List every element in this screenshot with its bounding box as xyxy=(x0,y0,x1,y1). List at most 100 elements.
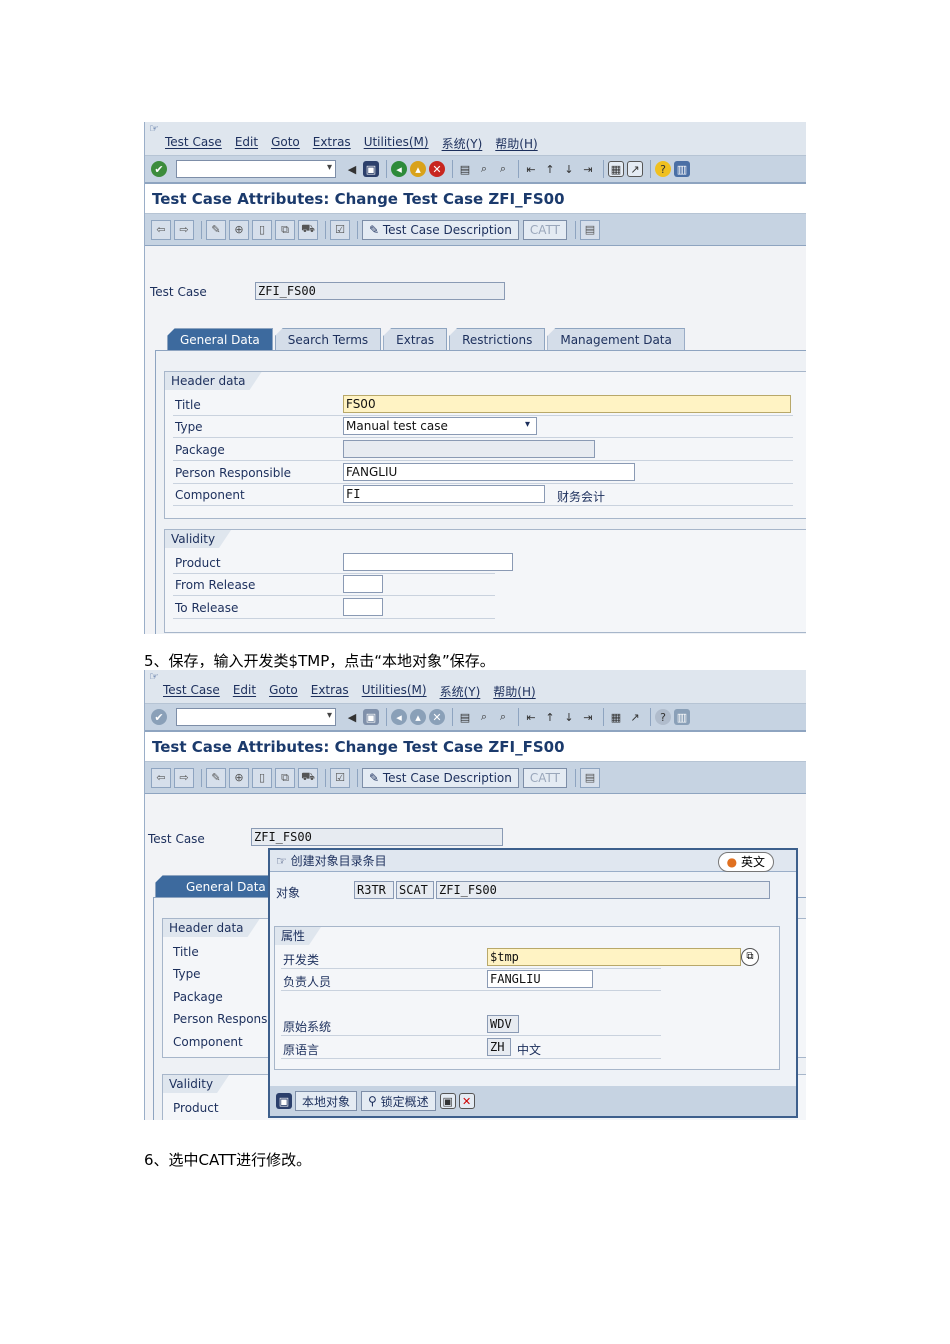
menu-system[interactable]: 系统(Y) xyxy=(442,135,483,152)
test-case-field[interactable]: ZFI_FS00 xyxy=(251,828,503,846)
menu-test-case[interactable]: Test Case xyxy=(163,683,220,700)
menu-edit[interactable]: Edit xyxy=(235,135,258,152)
exit-icon[interactable]: ▴ xyxy=(410,161,426,177)
other-object-icon[interactable]: ⊕ xyxy=(229,219,249,240)
test-case-description-button[interactable]: ✎ Test Case Description xyxy=(362,219,519,240)
menu-icon[interactable]: ☞ xyxy=(149,670,159,683)
back-arrow-icon[interactable]: ◀ xyxy=(344,709,360,725)
menu-icon[interactable]: ☞ xyxy=(149,122,159,135)
next-page-icon[interactable]: ↓ xyxy=(561,709,577,725)
check-icon[interactable]: ☑ xyxy=(330,767,350,788)
person-responsible-field[interactable]: FANGLIU xyxy=(487,970,593,988)
layout-icon[interactable]: ▥ xyxy=(674,709,690,725)
menu-extras[interactable]: Extras xyxy=(313,135,351,152)
test-case-field[interactable]: ZFI_FS00 xyxy=(255,282,505,300)
layout-icon[interactable]: ▥ xyxy=(674,161,690,177)
local-object-button[interactable]: 本地对象 xyxy=(295,1091,358,1111)
prev-icon[interactable]: ⇦ xyxy=(151,219,171,240)
menu-system[interactable]: 系统(Y) xyxy=(440,683,481,700)
test-case-description-button[interactable]: ✎ Test Case Description xyxy=(362,767,519,788)
copy-icon[interactable]: ⧉ xyxy=(275,767,295,788)
shortcut-icon[interactable]: ↗ xyxy=(627,161,643,177)
back-arrow-icon[interactable]: ◀ xyxy=(344,161,360,177)
command-field[interactable] xyxy=(176,160,336,178)
tab-general-data[interactable]: General Data xyxy=(167,328,273,350)
help-icon[interactable]: ? xyxy=(655,709,671,725)
tab-management-data[interactable]: Management Data xyxy=(547,328,685,350)
first-page-icon[interactable]: ⇤ xyxy=(523,161,539,177)
transport-icon[interactable]: ⛟ xyxy=(298,767,318,788)
menu-utilities[interactable]: Utilities(M) xyxy=(364,135,429,152)
save-icon[interactable]: ▣ xyxy=(276,1093,292,1109)
menu-help[interactable]: 帮助(H) xyxy=(495,135,537,152)
menu-utilities[interactable]: Utilities(M) xyxy=(362,683,427,700)
next-icon[interactable]: ⇨ xyxy=(174,767,194,788)
lock-overview-button[interactable]: ⚲ 锁定概述 xyxy=(361,1091,436,1111)
enter-icon[interactable]: ✔ xyxy=(151,161,167,177)
command-field[interactable] xyxy=(176,708,336,726)
cancel-icon[interactable]: ✕ xyxy=(429,161,445,177)
display-icon[interactable]: ▣ xyxy=(439,1093,456,1109)
back-icon[interactable]: ◂ xyxy=(391,161,407,177)
menu-goto[interactable]: Goto xyxy=(269,683,298,700)
tab-restrictions[interactable]: Restrictions xyxy=(449,328,546,350)
prev-page-icon[interactable]: ↑ xyxy=(542,161,558,177)
component-field[interactable]: FI xyxy=(343,485,545,503)
new-session-icon[interactable]: ▦ xyxy=(608,161,624,177)
next-icon[interactable]: ⇨ xyxy=(174,219,194,240)
tab-search-terms[interactable]: Search Terms xyxy=(274,328,382,350)
find-next-icon[interactable]: ⌕ xyxy=(495,161,511,177)
to-release-field[interactable] xyxy=(343,598,383,616)
tab-extras[interactable]: Extras xyxy=(383,328,448,350)
print-icon[interactable]: ▤ xyxy=(457,709,473,725)
find-next-icon[interactable]: ⌕ xyxy=(495,709,511,725)
menu-goto[interactable]: Goto xyxy=(271,135,300,152)
stack-icon[interactable]: ▤ xyxy=(579,219,600,240)
other-object-icon[interactable]: ⊕ xyxy=(229,767,249,788)
catt-button[interactable]: CATT xyxy=(522,767,567,788)
menu-edit[interactable]: Edit xyxy=(233,683,256,700)
find-icon[interactable]: ⌕ xyxy=(476,709,492,725)
close-icon[interactable]: ✕ xyxy=(458,1093,475,1109)
print-icon[interactable]: ▤ xyxy=(457,161,473,177)
next-page-icon[interactable]: ↓ xyxy=(561,161,577,177)
prev-icon[interactable]: ⇦ xyxy=(151,767,171,788)
menu-extras[interactable]: Extras xyxy=(311,683,349,700)
display-change-icon[interactable]: ✎ xyxy=(206,767,226,788)
exit-icon[interactable]: ▴ xyxy=(410,709,426,725)
catt-button[interactable]: CATT xyxy=(522,219,567,240)
new-session-icon[interactable]: ▦ xyxy=(608,709,624,725)
display-change-icon[interactable]: ✎ xyxy=(206,219,226,240)
package-field[interactable] xyxy=(343,440,595,458)
last-page-icon[interactable]: ⇥ xyxy=(580,709,596,725)
first-page-icon[interactable]: ⇤ xyxy=(523,709,539,725)
dropdown-icon[interactable]: ▾ xyxy=(525,419,530,430)
type-select[interactable]: Manual test case xyxy=(343,417,537,435)
save-icon[interactable]: ▣ xyxy=(363,709,379,725)
ime-indicator[interactable]: ● 英文 xyxy=(717,852,774,872)
cancel-icon[interactable]: ✕ xyxy=(429,709,445,725)
tab-general-data[interactable]: General Data xyxy=(155,875,287,897)
delete-icon[interactable]: ▯ xyxy=(252,219,272,240)
transport-icon[interactable]: ⛟ xyxy=(298,219,318,240)
shortcut-icon[interactable]: ↗ xyxy=(627,709,643,725)
from-release-field[interactable] xyxy=(343,575,383,593)
title-field[interactable]: FS00 xyxy=(343,395,791,413)
back-icon[interactable]: ◂ xyxy=(391,709,407,725)
product-field[interactable] xyxy=(343,553,513,571)
dev-class-field[interactable]: $tmp xyxy=(487,948,741,966)
check-icon[interactable]: ☑ xyxy=(330,219,350,240)
prev-page-icon[interactable]: ↑ xyxy=(542,709,558,725)
search-help-icon[interactable]: ⧉ xyxy=(741,948,759,966)
save-icon[interactable]: ▣ xyxy=(363,161,379,177)
person-responsible-field[interactable]: FANGLIU xyxy=(343,463,635,481)
last-page-icon[interactable]: ⇥ xyxy=(580,161,596,177)
enter-icon[interactable]: ✔ xyxy=(151,709,167,725)
find-icon[interactable]: ⌕ xyxy=(476,161,492,177)
delete-icon[interactable]: ▯ xyxy=(252,767,272,788)
stack-icon[interactable]: ▤ xyxy=(579,767,600,788)
menu-test-case[interactable]: Test Case xyxy=(165,135,222,152)
menu-help[interactable]: 帮助(H) xyxy=(493,683,535,700)
copy-icon[interactable]: ⧉ xyxy=(275,219,295,240)
help-icon[interactable]: ? xyxy=(655,161,671,177)
